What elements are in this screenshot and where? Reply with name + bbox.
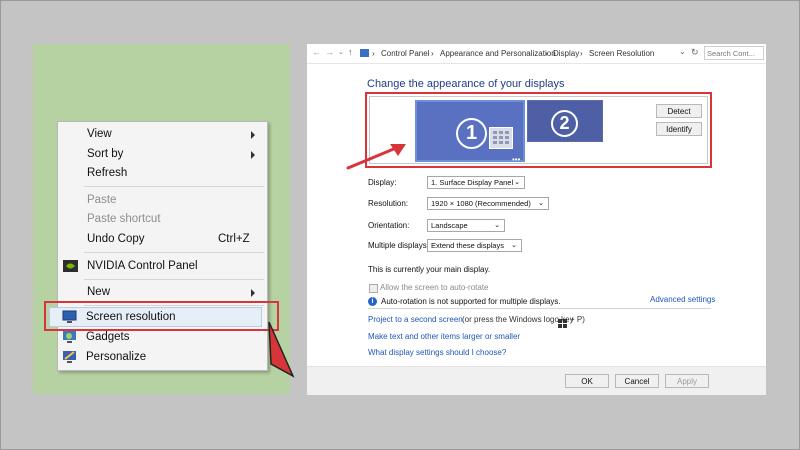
pointer-arrow-icon: [268, 321, 295, 378]
multiple-displays-label: Multiple displays:: [368, 241, 429, 250]
address-dropdown-icon[interactable]: ⌄: [679, 47, 686, 56]
breadcrumb-screen-resolution[interactable]: Screen Resolution: [589, 49, 654, 58]
menu-item-label: Undo Copy: [87, 233, 145, 245]
display-select[interactable]: 1. Surface Display Panel ⌄: [427, 176, 525, 189]
advanced-settings-link[interactable]: Advanced settings: [650, 295, 715, 304]
orientation-label: Orientation:: [368, 221, 410, 230]
menu-item-gadgets[interactable]: Gadgets: [57, 328, 266, 348]
project-hint: (or press the Windows logo key: [462, 315, 574, 324]
chevron-down-icon: ⌄: [514, 179, 520, 186]
breadcrumb-display[interactable]: Display: [553, 49, 579, 58]
gadgets-icon: [62, 330, 77, 344]
resolution-value: 1920 × 1080 (Recommended): [431, 199, 531, 208]
detect-button[interactable]: Detect: [656, 104, 702, 118]
resolution-select[interactable]: 1920 × 1080 (Recommended) ⌄: [427, 197, 549, 210]
control-panel-icon: [360, 49, 369, 57]
up-icon[interactable]: ↑: [348, 47, 353, 57]
menu-item-new[interactable]: New: [58, 283, 267, 303]
toolbar-divider: [307, 63, 766, 64]
breadcrumb-sep-icon: ›: [580, 49, 583, 58]
menu-item-label: Sort by: [87, 148, 124, 160]
windows-logo-icon: [558, 315, 567, 328]
orientation-select[interactable]: Landscape ⌄: [427, 219, 505, 232]
nvidia-icon: [63, 259, 78, 273]
refresh-icon[interactable]: ↻: [691, 47, 699, 58]
page-heading: Change the appearance of your displays: [367, 78, 565, 90]
monitor-tiles-icon: [489, 127, 513, 149]
menu-item-personalize[interactable]: Personalize: [57, 348, 266, 368]
project-second-screen-link[interactable]: Project to a second screen: [368, 315, 463, 324]
search-input[interactable]: Search Cont...: [704, 46, 764, 60]
breadcrumb-appearance[interactable]: Appearance and Personalization: [440, 49, 556, 58]
auto-rotate-note: Auto-rotation is not supported for multi…: [381, 297, 561, 306]
section-divider: [368, 308, 711, 309]
menu-item-label: NVIDIA Control Panel: [87, 260, 198, 272]
annotation-arrow-icon: [346, 144, 406, 170]
display-label: Display:: [368, 178, 397, 187]
menu-separator: [84, 186, 264, 187]
monitor-1-number: 1: [456, 118, 487, 149]
menu-item-label: Paste shortcut: [87, 213, 161, 225]
menu-item-refresh[interactable]: Refresh: [58, 164, 267, 184]
cancel-button[interactable]: Cancel: [615, 374, 659, 388]
info-icon: i: [368, 297, 377, 306]
chevron-down-icon: ⌄: [511, 242, 517, 249]
menu-separator: [84, 279, 264, 280]
menu-item-sort-by[interactable]: Sort by: [58, 145, 267, 165]
menu-item-undo-copy[interactable]: Undo Copy Ctrl+Z: [58, 230, 267, 250]
menu-item-paste: Paste: [58, 191, 267, 211]
menu-item-label: Refresh: [87, 167, 128, 179]
resolution-label: Resolution:: [368, 199, 409, 208]
history-dropdown-icon[interactable]: ⌄: [338, 48, 344, 56]
chevron-down-icon: ⌄: [538, 200, 544, 207]
menu-item-view[interactable]: View: [58, 125, 267, 145]
monitor-2-number: 2: [551, 110, 578, 137]
chevron-down-icon: ⌄: [494, 222, 500, 229]
submenu-arrow-icon: [251, 151, 255, 159]
forward-icon[interactable]: →: [325, 47, 334, 57]
breadcrumb-sep-icon: ›: [372, 49, 375, 58]
monitor-dots-icon: •••: [512, 155, 521, 164]
menu-item-nvidia[interactable]: NVIDIA Control Panel: [58, 257, 267, 277]
menu-item-label: Personalize: [86, 351, 147, 363]
submenu-arrow-icon: [251, 131, 255, 139]
submenu-arrow-icon: [251, 289, 255, 297]
apply-button[interactable]: Apply: [665, 374, 709, 388]
breadcrumb-control-panel[interactable]: Control Panel: [381, 49, 429, 58]
menu-item-label: View: [87, 128, 112, 140]
multiple-displays-select[interactable]: Extend these displays ⌄: [427, 239, 522, 252]
menu-item-paste-shortcut: Paste shortcut: [58, 210, 267, 230]
menu-item-label: Gadgets: [86, 331, 130, 343]
screen-resolution-window: ← → ⌄ ↑ › Control Panel › Appearance and…: [307, 44, 766, 395]
auto-rotate-label: Allow the screen to auto-rotate: [380, 283, 489, 292]
menu-item-label: New: [87, 286, 111, 298]
main-display-text: This is currently your main display.: [368, 265, 491, 274]
multiple-displays-value: Extend these displays: [431, 241, 504, 250]
project-hint-end: + P): [570, 315, 585, 324]
breadcrumb-sep-icon: ›: [545, 49, 548, 58]
menu-separator: [84, 252, 264, 253]
display-settings-help-link[interactable]: What display settings should I choose?: [368, 348, 506, 357]
menu-item-label: Paste: [87, 194, 117, 206]
screen-resolution-highlight: [44, 301, 279, 331]
auto-rotate-checkbox[interactable]: [369, 284, 378, 293]
back-icon[interactable]: ←: [312, 47, 321, 57]
text-size-link[interactable]: Make text and other items larger or smal…: [368, 332, 520, 341]
address-bar: ← → ⌄ ↑ › Control Panel › Appearance and…: [307, 44, 766, 62]
display-value: 1. Surface Display Panel: [431, 178, 514, 187]
ok-button[interactable]: OK: [565, 374, 609, 388]
personalize-icon: [62, 350, 77, 364]
orientation-value: Landscape: [431, 221, 468, 230]
shortcut-label: Ctrl+Z: [218, 233, 250, 245]
breadcrumb-sep-icon: ›: [431, 49, 434, 58]
identify-button[interactable]: Identify: [656, 122, 702, 136]
